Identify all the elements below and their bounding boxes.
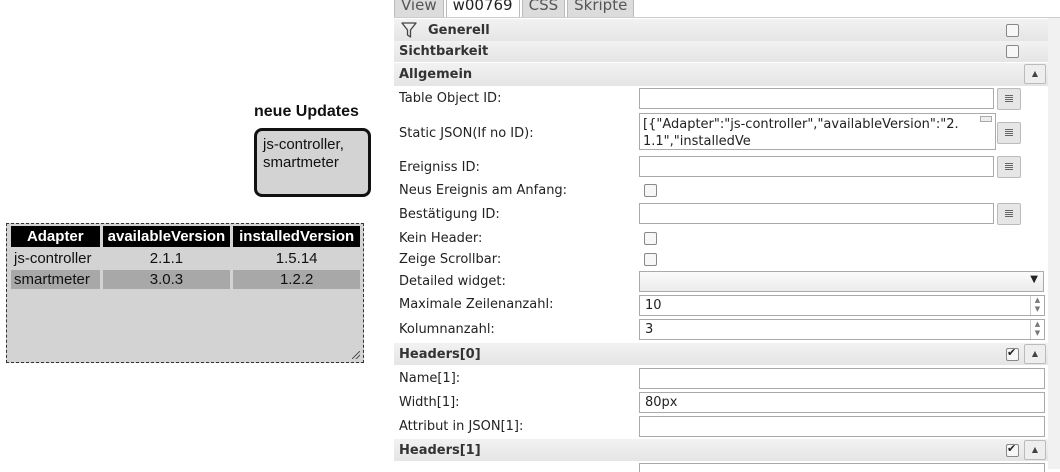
field-label: Ereigniss ID: (399, 160, 480, 175)
table-cell: js-controller (14, 250, 92, 267)
field-row-table-object-id: Table Object ID: (394, 87, 1060, 110)
field-label: Bestätigung ID: (399, 207, 500, 222)
max-zeilen-input[interactable]: 10 ▲ ▼ (639, 295, 1045, 316)
table-cell: 1.5.14 (275, 250, 318, 267)
field-row-next (394, 462, 1060, 472)
name-1-input[interactable] (639, 368, 1045, 389)
next-field-input[interactable] (639, 463, 1045, 472)
width-1-input[interactable]: 80px (639, 392, 1045, 413)
section-sichtbarkeit[interactable]: Sichtbarkeit (394, 41, 1060, 62)
triangle-up-icon[interactable]: ▲ (1024, 64, 1046, 84)
section-allgemein[interactable]: Allgemein ▲ (394, 63, 1060, 86)
table-header-row: Adapter availableVersion installedVersio… (11, 226, 360, 247)
number-spinner-icon[interactable]: ▲ ▼ (1030, 296, 1044, 315)
section-title: Generell (428, 23, 490, 38)
object-browse-icon[interactable] (997, 88, 1021, 110)
field-label: Detailed widget: (399, 274, 506, 289)
field-label: Attribut in JSON[1]: (399, 419, 524, 434)
object-browse-icon[interactable] (997, 203, 1021, 225)
textarea-scrollbar[interactable] (980, 116, 992, 122)
field-label: Static JSON(If no ID): (399, 126, 534, 141)
updates-title: neue Updates (254, 103, 359, 120)
section-title: Headers[0] (399, 347, 481, 362)
section-toggle-checkbox[interactable] (1006, 24, 1019, 37)
table-row[interactable]: js-controller 2.1.1 1.5.14 (11, 249, 360, 268)
tab-css[interactable]: CSS (521, 0, 566, 18)
field-label: Neus Ereignis am Anfang: (399, 183, 568, 198)
adapter-table-widget[interactable]: Adapter availableVersion installedVersio… (6, 223, 364, 363)
section-headers-0[interactable]: Headers[0] ▲ (394, 343, 1060, 365)
field-label: Kolumnanzahl: (399, 322, 495, 337)
field-label: Kein Header: (399, 231, 483, 246)
section-title: Sichtbarkeit (399, 44, 489, 59)
field-row-max-zeilen: Maximale Zeilenanzahl: 10 ▲ ▼ (394, 294, 1060, 317)
object-browse-icon[interactable] (997, 156, 1021, 178)
field-label: Width[1]: (399, 395, 460, 410)
section-toggle-checkbox[interactable] (1006, 346, 1019, 361)
section-title: Allgemein (399, 67, 473, 82)
field-row-zeige-scrollbar: Zeige Scrollbar: (394, 249, 1060, 269)
triangle-up-icon[interactable]: ▲ (1024, 344, 1046, 364)
triangle-up-icon[interactable]: ▲ (1024, 440, 1046, 460)
field-row-detailed-widget: Detailed widget: ▼ (394, 270, 1060, 293)
panel-scrollbar[interactable] (1048, 18, 1060, 469)
table-object-id-input[interactable] (639, 88, 994, 109)
field-label: Table Object ID: (399, 91, 502, 106)
tabs-divider (394, 17, 1060, 18)
ereigniss-id-input[interactable] (639, 156, 994, 177)
field-row-attribut-1: Attribut in JSON[1]: (394, 415, 1060, 438)
filter-icon[interactable] (401, 22, 417, 39)
table-header-cell: Adapter (11, 226, 100, 247)
static-json-textarea[interactable]: [{"Adapter":"js-controller","availableVe… (639, 113, 996, 150)
detailed-widget-select[interactable]: ▼ (639, 271, 1044, 292)
field-row-kein-header: Kein Header: (394, 228, 1060, 248)
field-label: Zeige Scrollbar: (399, 252, 502, 267)
tab-bar: View w00769 CSS Skripte (394, 0, 636, 18)
table-cell: 1.2.2 (233, 270, 360, 289)
tab-view[interactable]: View (394, 0, 444, 18)
field-row-ereigniss-id: Ereigniss ID: (394, 155, 1060, 178)
section-toggle-checkbox[interactable] (1006, 442, 1019, 457)
object-browse-icon[interactable] (997, 122, 1021, 144)
bestaetigung-id-input[interactable] (639, 203, 994, 224)
zeige-scrollbar-checkbox[interactable] (644, 253, 657, 266)
tab-skripte[interactable]: Skripte (567, 0, 635, 18)
table-cell: 2.1.1 (149, 250, 184, 267)
table-cell: smartmeter (11, 270, 100, 289)
field-row-kolumnanzahl: Kolumnanzahl: 3 ▲ ▼ (394, 318, 1060, 341)
resize-grip-icon[interactable] (352, 351, 360, 359)
field-label: Name[1]: (399, 371, 461, 386)
table-row[interactable]: smartmeter 3.0.3 1.2.2 (11, 270, 360, 289)
section-headers-1[interactable]: Headers[1] ▲ (394, 439, 1060, 461)
updates-value-widget[interactable]: js-controller, smartmeter (254, 128, 371, 197)
field-row-name-1: Name[1]: (394, 367, 1060, 390)
field-row-static-json: Static JSON(If no ID): [{"Adapter":"js-c… (394, 112, 1060, 153)
field-label: Maximale Zeilenanzahl: (399, 297, 554, 312)
attribut-1-input[interactable] (639, 416, 1045, 437)
kein-header-checkbox[interactable] (644, 232, 657, 245)
field-row-width-1: Width[1]: 80px (394, 391, 1060, 414)
kolumnanzahl-input[interactable]: 3 ▲ ▼ (639, 319, 1045, 340)
table-header-cell: installedVersion (233, 226, 360, 247)
tab-widget[interactable]: w00769 (445, 0, 520, 18)
field-row-neues-ereignis: Neus Ereignis am Anfang: (394, 180, 1060, 201)
textarea-content: [{"Adapter":"js-controller","availableVe… (643, 117, 959, 149)
section-title: Headers[1] (399, 443, 481, 458)
table-header-cell: availableVersion (102, 226, 231, 247)
properties-panel: View w00769 CSS Skripte Generell Sichtba… (394, 0, 1060, 472)
section-generell[interactable]: Generell (394, 19, 1060, 41)
adapter-table: Adapter availableVersion installedVersio… (8, 224, 363, 291)
number-spinner-icon[interactable]: ▲ ▼ (1030, 320, 1044, 339)
table-cell: 3.0.3 (102, 270, 231, 289)
triangle-down-icon: ▼ (1030, 274, 1038, 285)
neues-ereignis-checkbox[interactable] (644, 184, 657, 197)
field-row-bestaetigung-id: Bestätigung ID: (394, 202, 1060, 226)
section-toggle-checkbox[interactable] (1006, 45, 1019, 58)
